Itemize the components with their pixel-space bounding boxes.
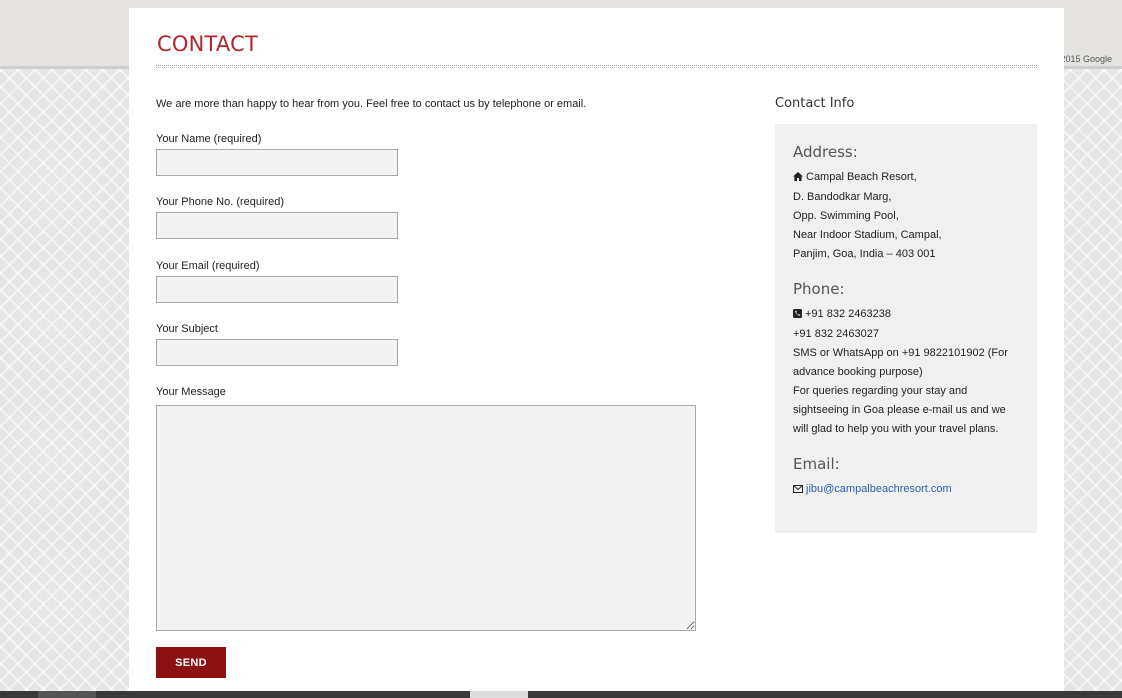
phone-label: Your Phone No. (required) <box>156 196 285 208</box>
queries-note: For queries regarding your stay and sigh… <box>793 385 1006 435</box>
phone-field[interactable] <box>156 212 398 239</box>
phone-line: +91 832 2463027 <box>793 328 879 340</box>
intro-text: We are more than happy to hear from you.… <box>156 98 587 110</box>
email-link[interactable]: jibu@campalbeachresort.com <box>806 483 952 495</box>
address-line: Near Indoor Stadium, Campal, <box>793 229 942 241</box>
message-label: Your Message <box>156 386 226 398</box>
contact-card: CONTACT We are more than happy to hear f… <box>129 8 1064 698</box>
bottom-toolbar <box>0 691 1122 698</box>
address-line: Panjim, Goa, India – 403 001 <box>793 248 936 260</box>
phone-line: +91 832 2463238 <box>793 305 1019 325</box>
email-block: jibu@campalbeachresort.com <box>793 480 1019 500</box>
toolbar-segment <box>470 691 528 698</box>
map-attribution: 2015 Google <box>1060 54 1112 64</box>
subject-label: Your Subject <box>156 323 218 335</box>
message-field[interactable] <box>156 405 696 631</box>
address-heading: Address: <box>793 143 858 161</box>
home-icon <box>793 169 803 188</box>
address-block: Campal Beach Resort, D. Bandodkar Marg, … <box>793 168 1019 264</box>
title-divider <box>156 65 1037 68</box>
toolbar-segment <box>38 691 96 698</box>
address-line: Campal Beach Resort, <box>793 168 1019 188</box>
address-line: D. Bandodkar Marg, <box>793 191 892 203</box>
contact-info-box: Address: Campal Beach Resort, D. Bandodk… <box>775 124 1037 533</box>
name-field[interactable] <box>156 149 398 176</box>
envelope-icon <box>793 481 803 500</box>
send-button[interactable]: SEND <box>156 647 226 678</box>
phone-block: +91 832 2463238 +91 832 2463027 SMS or W… <box>793 305 1019 439</box>
phone-heading: Phone: <box>793 280 845 298</box>
page-title: CONTACT <box>157 32 258 56</box>
whatsapp-note: SMS or WhatsApp on +91 9822101902 (For a… <box>793 347 1008 378</box>
contact-info-title: Contact Info <box>775 96 855 111</box>
phone-icon <box>793 306 802 325</box>
email-field[interactable] <box>156 276 398 303</box>
name-label: Your Name (required) <box>156 133 262 145</box>
email-heading: Email: <box>793 455 840 473</box>
subject-field[interactable] <box>156 339 398 366</box>
email-label: Your Email (required) <box>156 260 260 272</box>
email-line: jibu@campalbeachresort.com <box>793 480 1019 500</box>
address-line: Opp. Swimming Pool, <box>793 210 899 222</box>
